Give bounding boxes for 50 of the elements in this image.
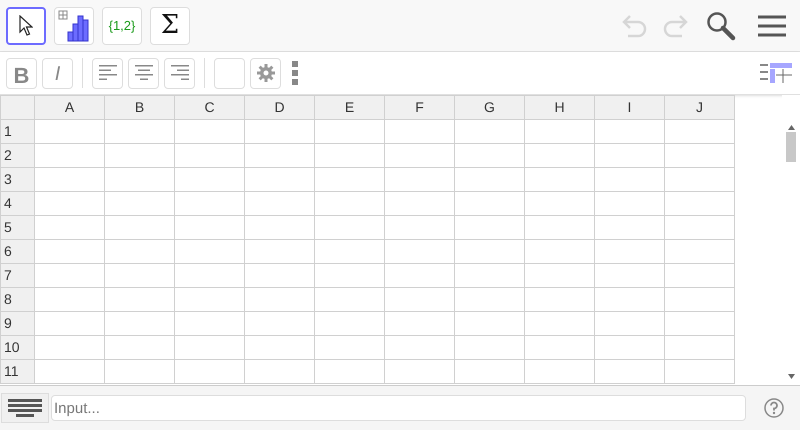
gear-icon xyxy=(256,64,274,82)
column-header[interactable]: F xyxy=(384,96,454,120)
help-icon[interactable] xyxy=(764,398,784,418)
scrollbar-thumb[interactable] xyxy=(786,132,796,162)
row-header[interactable]: 1 xyxy=(0,120,34,144)
row-header[interactable]: 3 xyxy=(0,168,34,192)
keyboard-icon xyxy=(8,399,42,417)
chart-icon xyxy=(58,10,90,42)
column-header[interactable]: I xyxy=(594,96,664,120)
row-header[interactable]: 8 xyxy=(0,288,34,312)
row-header[interactable]: 10 xyxy=(0,336,34,360)
column-header[interactable]: B xyxy=(104,96,174,120)
column-header[interactable]: E xyxy=(314,96,384,120)
row-header[interactable]: 9 xyxy=(0,312,34,336)
align-icon xyxy=(170,65,188,81)
column-header[interactable]: G xyxy=(454,96,524,120)
menu-icon[interactable] xyxy=(758,14,786,38)
search-icon[interactable] xyxy=(706,10,736,40)
sum-tool-button[interactable]: Σ xyxy=(150,6,190,44)
corner-cell[interactable] xyxy=(0,96,34,120)
analysis-tool-button[interactable] xyxy=(54,6,94,44)
input-field[interactable]: Input... xyxy=(51,395,746,421)
column-header[interactable]: D xyxy=(244,96,314,120)
column-header[interactable]: A xyxy=(34,96,104,120)
align-left-button[interactable] xyxy=(92,58,123,88)
align-icon xyxy=(98,65,116,81)
align-center-button[interactable] xyxy=(128,58,159,88)
row-header[interactable]: 5 xyxy=(0,216,34,240)
scroll-down-icon[interactable] xyxy=(788,374,794,379)
cursor-icon xyxy=(19,14,33,36)
row-header[interactable]: 7 xyxy=(0,264,34,288)
row-header[interactable]: 2 xyxy=(0,144,34,168)
spreadsheet-layout-icon[interactable] xyxy=(760,63,792,83)
column-header[interactable]: J xyxy=(664,96,734,120)
list-tool-button[interactable]: {1,2} xyxy=(102,6,142,44)
scroll-up-icon[interactable] xyxy=(788,125,794,130)
pointer-tool-button[interactable] xyxy=(6,6,46,44)
italic-button[interactable]: I xyxy=(42,58,73,88)
settings-button[interactable] xyxy=(250,58,281,88)
row-header[interactable]: 4 xyxy=(0,192,34,216)
align-right-button[interactable] xyxy=(164,58,195,88)
row-header[interactable]: 6 xyxy=(0,240,34,264)
color-button[interactable] xyxy=(214,58,245,88)
column-header[interactable]: C xyxy=(174,96,244,120)
keyboard-button[interactable] xyxy=(1,393,49,423)
align-icon xyxy=(134,65,152,81)
column-header[interactable]: H xyxy=(524,96,594,120)
more-icon[interactable] xyxy=(292,61,298,85)
bold-button[interactable]: B xyxy=(6,58,37,88)
row-header[interactable]: 11 xyxy=(0,360,34,384)
